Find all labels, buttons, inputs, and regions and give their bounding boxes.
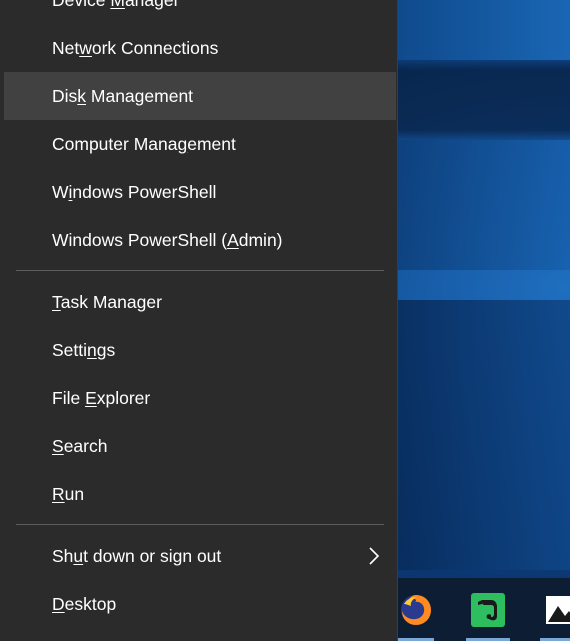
access-key: R: [52, 484, 65, 504]
menu-item-label: esktop: [64, 594, 117, 614]
menu-item-label: Device: [52, 0, 111, 10]
menu-item-desktop[interactable]: Desktop: [4, 580, 396, 628]
access-key: n: [87, 340, 97, 360]
menu-item-label: Net: [52, 38, 80, 58]
menu-item-label: Setti: [52, 340, 88, 360]
menu-item-label: dmin): [238, 230, 283, 250]
menu-item-search[interactable]: Search: [4, 422, 396, 470]
menu-item-label: ask Manager: [60, 292, 162, 312]
menu-item-disk-management[interactable]: Disk Management: [4, 72, 396, 120]
access-key: E: [85, 388, 97, 408]
menu-item-label: Computer Mana: [52, 134, 178, 154]
menu-item-settings[interactable]: Settings: [4, 326, 396, 374]
evernote-icon[interactable]: [466, 592, 510, 641]
photos-icon[interactable]: [540, 592, 570, 641]
menu-item-shut-down-or-sign-out[interactable]: Shut down or sign out: [4, 532, 396, 580]
menu-item-device-manager[interactable]: Device Manager: [4, 0, 396, 24]
menu-item-run[interactable]: Run: [4, 470, 396, 518]
menu-item-label: ork Connections: [91, 38, 219, 58]
access-key: D: [52, 594, 65, 614]
menu-item-label: anager: [124, 0, 180, 10]
menu-item-label: un: [64, 484, 85, 504]
access-key: M: [110, 0, 125, 10]
menu-item-task-manager[interactable]: Task Manager: [4, 278, 396, 326]
access-key: u: [73, 546, 84, 566]
menu-item-label: ement: [187, 134, 236, 154]
menu-item-label: ndows PowerShell: [72, 182, 217, 202]
taskbar: [398, 578, 570, 641]
menu-divider: [16, 270, 384, 271]
menu-item-label: gs: [96, 340, 116, 360]
menu-divider: [16, 524, 384, 525]
wallpaper-light-beam: [398, 0, 570, 60]
access-key: S: [52, 436, 64, 456]
menu-item-label: Management: [86, 86, 194, 106]
menu-item-computer-management[interactable]: Computer Management: [4, 120, 396, 168]
menu-item-label: Dis: [52, 86, 78, 106]
menu-item-network-connections[interactable]: Network Connections: [4, 24, 396, 72]
menu-item-label: File: [52, 388, 86, 408]
chevron-right-icon: [369, 547, 380, 565]
menu-item-label: Windows PowerShell (: [52, 230, 228, 250]
firefox-icon[interactable]: [398, 592, 434, 641]
access-key: T: [52, 292, 61, 312]
menu-item-label: t down or sign out: [83, 546, 222, 566]
access-key: A: [227, 230, 239, 250]
access-key: g: [177, 134, 188, 154]
menu-item-label: earch: [63, 436, 108, 456]
power-user-menu: Device Manager Network Connections Disk …: [0, 0, 398, 641]
wallpaper-light-beam: [398, 300, 570, 570]
menu-item-label: xplorer: [96, 388, 151, 408]
menu-item-file-explorer[interactable]: File Explorer: [4, 374, 396, 422]
access-key: k: [77, 86, 87, 106]
access-key: w: [79, 38, 92, 58]
menu-item-label: Sh: [52, 546, 74, 566]
wallpaper-light-beam: [398, 140, 570, 270]
menu-item-windows-powershell-admin[interactable]: Windows PowerShell (Admin): [4, 216, 396, 264]
menu-item-windows-powershell[interactable]: Windows PowerShell: [4, 168, 396, 216]
menu-item-label: W: [52, 182, 69, 202]
